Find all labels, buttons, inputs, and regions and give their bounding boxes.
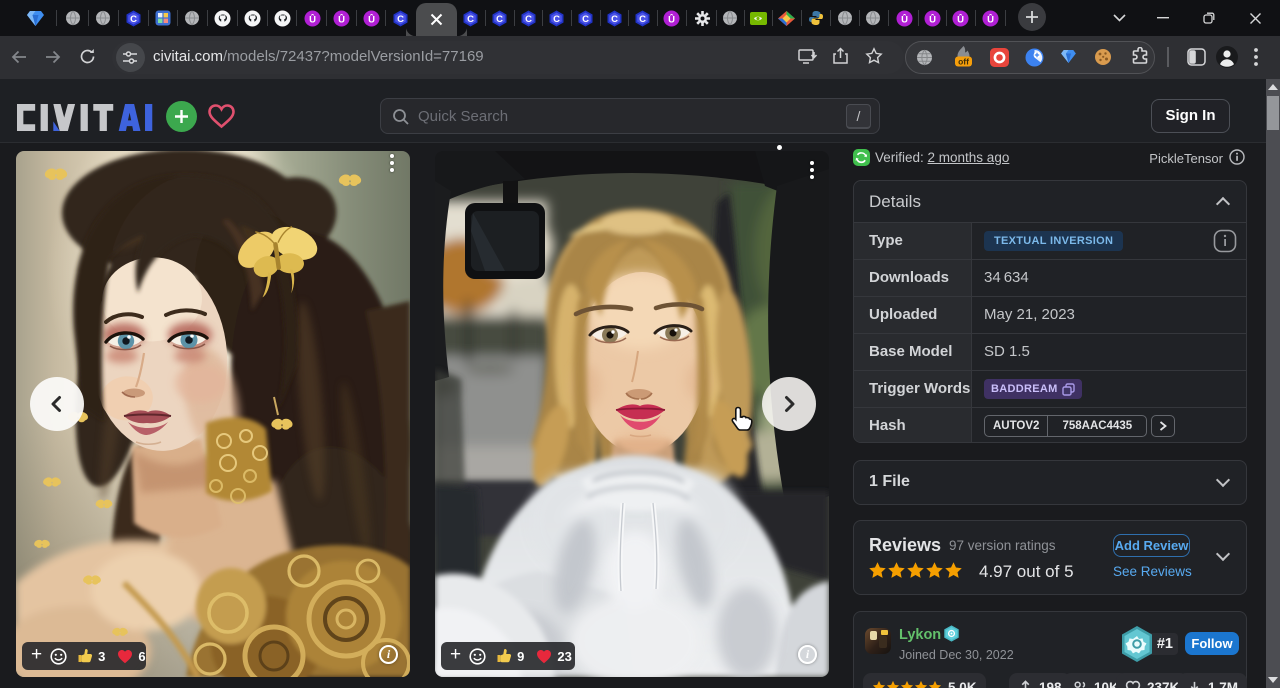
svg-text:Û: Û	[368, 13, 375, 25]
svg-text:Û: Û	[901, 13, 908, 25]
svg-text:Û: Û	[957, 13, 964, 25]
svg-text:C: C	[496, 14, 503, 25]
svg-text:Û: Û	[668, 13, 675, 25]
svg-text:Û: Û	[929, 13, 936, 25]
svg-text:C: C	[611, 14, 618, 25]
svg-text:Û: Û	[309, 13, 316, 25]
svg-text:C: C	[525, 14, 532, 25]
svg-text:Û: Û	[987, 13, 994, 25]
svg-text:C: C	[397, 14, 404, 25]
svg-text:Û: Û	[338, 13, 345, 25]
svg-text:C: C	[553, 14, 560, 25]
svg-text:C: C	[467, 14, 474, 25]
svg-text:C: C	[130, 14, 137, 25]
svg-text:C: C	[639, 14, 646, 25]
svg-text:C: C	[582, 14, 589, 25]
svg-text:off: off	[958, 56, 969, 66]
